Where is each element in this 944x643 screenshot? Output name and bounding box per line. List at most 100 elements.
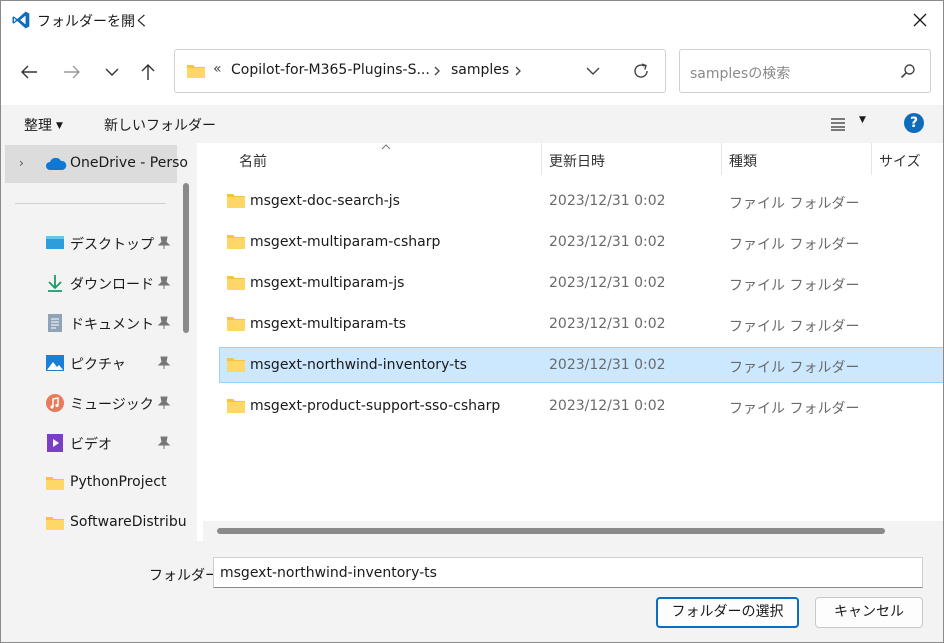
search-input[interactable]: samplesの検索	[690, 63, 790, 83]
file-name: msgext-product-support-sso-csharp	[250, 398, 501, 414]
download-icon	[48, 275, 62, 292]
sidebar-item-desktop[interactable]: デスクトップ	[1, 223, 177, 263]
dialog-footer: フォルダー: フォルダーの選択 キャンセル	[1, 541, 943, 642]
breadcrumb-item[interactable]: Copilot-for-M365-Plugins-S...	[231, 62, 430, 78]
chevron-right-icon[interactable]	[432, 62, 442, 80]
sidebar-item-downloads[interactable]: ダウンロード	[1, 263, 177, 303]
horizontal-scrollbar-thumb[interactable]	[217, 528, 885, 534]
folder-icon	[227, 235, 245, 249]
address-bar[interactable]: « Copilot-for-M365-Plugins-S... samples	[174, 49, 666, 93]
file-list: 名前 更新日時 種類 サイズ msgext-doc-search-js 2023…	[197, 143, 943, 541]
column-header-size[interactable]: サイズ	[872, 143, 943, 175]
close-button[interactable]	[897, 1, 943, 39]
recent-locations-button[interactable]	[97, 57, 127, 87]
vscode-icon	[12, 11, 30, 29]
sidebar-item-pythonproject[interactable]: PythonProject	[1, 463, 177, 503]
sidebar-item-music[interactable]: ミュージック	[1, 383, 177, 423]
file-row[interactable]: msgext-doc-search-js 2023/12/31 0:02 ファイ…	[219, 183, 943, 219]
forward-button[interactable]	[57, 57, 87, 87]
command-bar: 整理 ▼ 新しいフォルダー ▼ ?	[1, 105, 943, 143]
sidebar-item-label: SoftwareDistribu	[70, 514, 187, 530]
cancel-button[interactable]: キャンセル	[815, 597, 923, 628]
folder-icon	[227, 194, 245, 208]
organize-menu[interactable]: 整理 ▼	[24, 115, 63, 135]
file-modified: 2023/12/31 0:02	[549, 193, 666, 209]
chevron-right-icon[interactable]: ›	[19, 156, 24, 170]
column-header-type[interactable]: 種類	[722, 143, 871, 175]
title-bar: フォルダーを開く	[1, 1, 943, 39]
file-row[interactable]: msgext-product-support-sso-csharp 2023/1…	[219, 388, 943, 424]
column-header-label: 名前	[239, 154, 267, 170]
chevron-right-icon[interactable]	[513, 62, 523, 80]
folder-icon	[227, 317, 245, 331]
pin-icon[interactable]	[158, 396, 170, 410]
pin-icon[interactable]	[158, 356, 170, 370]
sidebar-item-pictures[interactable]: ピクチャ	[1, 343, 177, 383]
open-folder-dialog: フォルダーを開く « Copilot-for-M365-Plugins-S...…	[0, 0, 944, 643]
file-modified: 2023/12/31 0:02	[549, 275, 666, 291]
folder-icon	[227, 276, 245, 290]
file-name: msgext-northwind-inventory-ts	[250, 357, 467, 373]
document-icon	[48, 314, 62, 332]
folder-name-input[interactable]	[213, 557, 923, 588]
file-modified: 2023/12/31 0:02	[549, 398, 666, 414]
sidebar-scrollbar[interactable]	[183, 183, 189, 333]
navigation-bar: « Copilot-for-M365-Plugins-S... samples …	[1, 39, 943, 105]
sidebar-item-label: デスクトップ	[70, 237, 154, 253]
folder-icon	[187, 65, 205, 78]
sidebar-item-label: ドキュメント	[70, 317, 154, 333]
file-modified: 2023/12/31 0:02	[549, 357, 666, 373]
folder-icon	[227, 399, 245, 413]
file-type: ファイル フォルダー	[729, 319, 860, 335]
arrow-up-icon	[141, 64, 155, 80]
sidebar-item-videos[interactable]: ビデオ	[1, 423, 177, 463]
sidebar-item-documents[interactable]: ドキュメント	[1, 303, 177, 343]
refresh-icon[interactable]	[631, 61, 651, 81]
back-button[interactable]	[14, 57, 44, 87]
file-row[interactable]: msgext-multiparam-js 2023/12/31 0:02 ファイ…	[219, 265, 943, 301]
file-row-selected[interactable]: msgext-northwind-inventory-ts 2023/12/31…	[219, 347, 943, 383]
chevron-down-icon[interactable]	[585, 62, 601, 80]
select-folder-button[interactable]: フォルダーの選択	[656, 597, 799, 628]
pin-icon[interactable]	[158, 236, 170, 250]
desktop-icon	[46, 236, 64, 249]
sidebar-item-label: ピクチャ	[70, 357, 126, 373]
sidebar-divider	[15, 203, 166, 204]
caret-down-icon[interactable]: ▼	[859, 115, 866, 125]
pictures-icon	[46, 355, 64, 371]
pin-icon[interactable]	[158, 436, 170, 450]
organize-label: 整理	[24, 118, 52, 134]
help-button[interactable]: ?	[904, 113, 924, 133]
navigation-pane: › OneDrive - Perso デスクトップ ダウンロード ドキュメント …	[1, 143, 195, 541]
file-row[interactable]: msgext-multiparam-ts 2023/12/31 0:02 ファイ…	[219, 306, 943, 342]
sidebar-item-label: PythonProject	[70, 474, 167, 490]
file-name: msgext-multiparam-csharp	[250, 234, 441, 250]
file-type: ファイル フォルダー	[729, 237, 860, 253]
search-box[interactable]: samplesの検索	[679, 49, 931, 93]
onedrive-cloud-icon	[46, 157, 67, 170]
sidebar-item-label: ビデオ	[70, 437, 112, 453]
new-folder-button[interactable]: 新しいフォルダー	[104, 115, 216, 135]
breadcrumb-item[interactable]: samples	[451, 62, 509, 78]
sidebar-item-softwaredistribution[interactable]: SoftwareDistribu	[1, 503, 187, 541]
sidebar-item-onedrive[interactable]: › OneDrive - Perso	[5, 145, 188, 183]
file-name: msgext-multiparam-ts	[250, 316, 407, 332]
column-header-modified[interactable]: 更新日時	[542, 143, 721, 175]
pin-icon[interactable]	[158, 276, 170, 290]
file-modified: 2023/12/31 0:02	[549, 316, 666, 332]
caret-down-icon: ▼	[56, 121, 63, 131]
file-modified: 2023/12/31 0:02	[549, 234, 666, 250]
file-type: ファイル フォルダー	[729, 278, 860, 294]
column-header-label: 更新日時	[549, 154, 605, 170]
up-button[interactable]	[133, 57, 163, 87]
breadcrumb-overflow[interactable]: «	[213, 61, 222, 77]
folder-icon	[227, 358, 245, 372]
chevron-down-icon	[105, 68, 119, 76]
video-icon	[47, 434, 63, 452]
search-icon	[900, 64, 915, 79]
column-header-label: 種類	[729, 154, 757, 170]
list-view-icon[interactable]	[830, 117, 846, 131]
column-header-name[interactable]: 名前	[197, 143, 541, 175]
file-row[interactable]: msgext-multiparam-csharp 2023/12/31 0:02…	[219, 224, 943, 260]
pin-icon[interactable]	[158, 316, 170, 330]
